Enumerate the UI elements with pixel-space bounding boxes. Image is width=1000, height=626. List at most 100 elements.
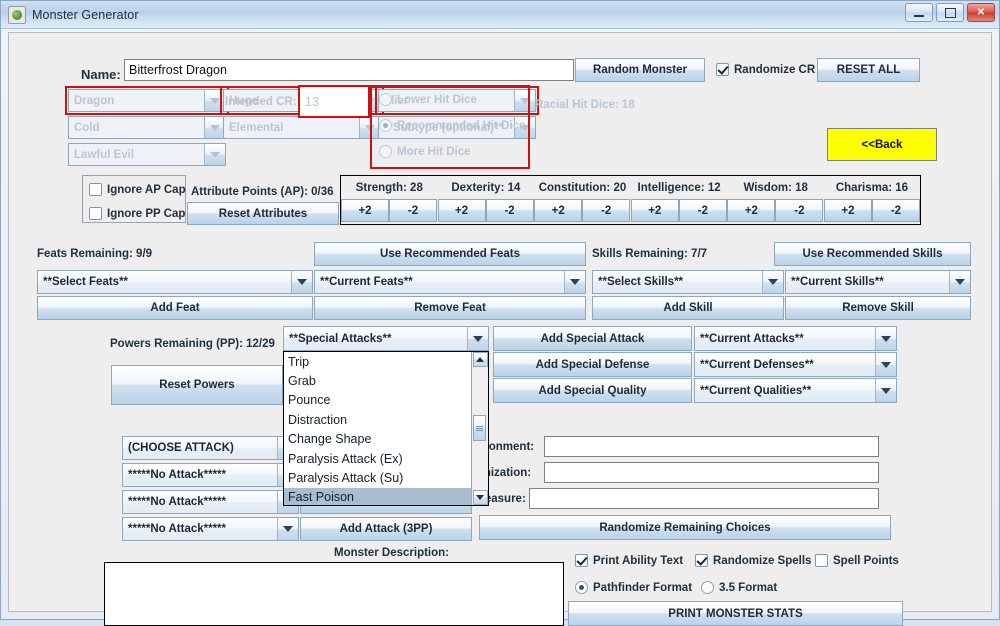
- reset-powers-button[interactable]: Reset Powers: [111, 365, 283, 405]
- attributes-panel: Strength: 28 +2 -2 Dexterity: 14 +2 -2 C…: [340, 175, 921, 225]
- dropdown-item-fast-poison[interactable]: Fast Poison: [284, 487, 471, 505]
- add-special-quality-button[interactable]: Add Special Quality: [493, 378, 692, 403]
- environment-input[interactable]: [544, 436, 879, 457]
- attack-row-3-combo[interactable]: *****No Attack*****: [122, 490, 299, 514]
- intended-cr-value: 13: [305, 95, 319, 109]
- remove-feat-button[interactable]: Remove Feat: [314, 296, 586, 320]
- add-feat-button[interactable]: Add Feat: [37, 296, 313, 320]
- chevron-down-icon: [949, 271, 970, 293]
- randomize-remaining-button[interactable]: Randomize Remaining Choices: [479, 515, 891, 540]
- current-feats-combo[interactable]: **Current Feats**: [314, 270, 586, 294]
- minimize-icon[interactable]: [905, 3, 933, 22]
- print-ability-text-label: Print Ability Text: [593, 554, 684, 567]
- dropdown-item-change-shape[interactable]: Change Shape: [284, 430, 471, 449]
- print-ability-text-checkbox[interactable]: Print Ability Text: [575, 554, 683, 567]
- dropdown-item-paralysis-attack-su[interactable]: Paralysis Attack (Su): [284, 468, 471, 487]
- dexterity-minus-button[interactable]: -2: [485, 199, 534, 222]
- radio-lower-hit-dice[interactable]: Lower Hit Dice: [379, 93, 477, 106]
- attribute-dexterity: Dexterity: 14 +2 -2: [437, 176, 535, 222]
- name-input[interactable]: Bitterfrost Dragon: [124, 59, 574, 81]
- creature-type-combo[interactable]: Dragon: [68, 89, 226, 112]
- constitution-minus-button[interactable]: -2: [582, 199, 631, 222]
- treasure-input[interactable]: [529, 488, 879, 509]
- feats-remaining-label: Feats Remaining: 9/9: [37, 248, 153, 260]
- attack-row-1-combo[interactable]: (CHOOSE ATTACK): [122, 436, 299, 460]
- constitution-plus-button[interactable]: +2: [534, 199, 583, 222]
- close-icon[interactable]: ✕: [967, 3, 995, 22]
- attack-row-4-combo[interactable]: *****No Attack*****: [122, 517, 299, 541]
- ignore-ap-cap-label: Ignore AP Cap: [107, 183, 186, 196]
- add-special-attack-button[interactable]: Add Special Attack: [493, 326, 692, 351]
- radio-pathfinder-format[interactable]: Pathfinder Format: [575, 581, 692, 594]
- monster-description-textarea[interactable]: [104, 562, 564, 626]
- use-recommended-feats-button[interactable]: Use Recommended Feats: [314, 242, 586, 266]
- intended-cr-input[interactable]: 13: [298, 85, 370, 118]
- special-attacks-dropdown-popup[interactable]: Trip Grab Pounce Distraction Change Shap…: [283, 351, 489, 506]
- add-attack-3pp-button[interactable]: Add Attack (3PP): [300, 517, 472, 541]
- alignment-combo[interactable]: Lawful Evil: [68, 143, 226, 166]
- checkbox-icon: [89, 207, 102, 220]
- attribute-intelligence-label: Intelligence: 12: [630, 176, 728, 199]
- dropdown-item-pounce[interactable]: Pounce: [284, 391, 471, 410]
- dropdown-item-distraction[interactable]: Distraction: [284, 410, 471, 429]
- special-attacks-combo[interactable]: **Special Attacks**: [283, 326, 489, 351]
- dropdown-item-trip[interactable]: Trip: [284, 352, 471, 371]
- wisdom-minus-button[interactable]: -2: [775, 199, 824, 222]
- alignment-value: Lawful Evil: [74, 148, 135, 161]
- spell-points-checkbox[interactable]: Spell Points: [815, 554, 899, 567]
- dropdown-item-grab[interactable]: Grab: [284, 371, 471, 390]
- maximize-icon[interactable]: [936, 3, 964, 22]
- charisma-minus-button[interactable]: -2: [871, 199, 920, 222]
- subtype2-value: Elemental: [229, 121, 284, 134]
- dropdown-item-paralysis-attack-ex[interactable]: Paralysis Attack (Ex): [284, 449, 471, 468]
- radio-recommended-hit-dice[interactable]: Recommended Hit Dice: [379, 119, 525, 132]
- intended-cr-label: Intended CR:: [225, 96, 297, 108]
- randomize-cr-check-icon: [716, 63, 729, 76]
- current-attacks-combo[interactable]: **Current Attacks**: [694, 326, 897, 351]
- attribute-wisdom: Wisdom: 18 +2 -2: [727, 176, 824, 222]
- current-defenses-value: **Current Defenses**: [700, 358, 814, 371]
- scroll-down-icon[interactable]: [472, 490, 488, 505]
- select-feats-combo[interactable]: **Select Feats**: [37, 270, 313, 294]
- select-skills-combo[interactable]: **Select Skills**: [592, 270, 784, 294]
- subtype1-combo[interactable]: Cold: [68, 116, 226, 139]
- current-qualities-combo[interactable]: **Current Qualities**: [694, 378, 897, 403]
- dexterity-plus-button[interactable]: +2: [437, 199, 486, 222]
- add-skill-button[interactable]: Add Skill: [592, 296, 784, 320]
- add-special-defense-button[interactable]: Add Special Defense: [493, 352, 692, 377]
- reset-attributes-button[interactable]: Reset Attributes: [187, 202, 339, 225]
- attribute-charisma: Charisma: 16 +2 -2: [823, 176, 920, 222]
- intelligence-plus-button[interactable]: +2: [630, 199, 679, 222]
- intelligence-minus-button[interactable]: -2: [678, 199, 727, 222]
- current-skills-combo[interactable]: **Current Skills**: [785, 270, 971, 294]
- dropdown-scrollbar[interactable]: [471, 352, 488, 505]
- current-defenses-combo[interactable]: **Current Defenses**: [694, 352, 897, 377]
- attack-row-2-combo[interactable]: *****No Attack*****: [122, 463, 299, 487]
- randomize-cr-checkbox[interactable]: Randomize CR: [716, 63, 815, 76]
- remove-skill-button[interactable]: Remove Skill: [785, 296, 971, 320]
- charisma-plus-button[interactable]: +2: [823, 199, 872, 222]
- strength-plus-button[interactable]: +2: [341, 199, 389, 222]
- radio-35-format[interactable]: 3.5 Format: [701, 581, 777, 594]
- attribute-constitution-label: Constitution: 20: [534, 176, 631, 199]
- organization-input[interactable]: [544, 462, 879, 483]
- scrollbar-thumb[interactable]: [473, 415, 486, 441]
- attribute-charisma-label: Charisma: 16: [823, 176, 920, 199]
- print-monster-stats-button[interactable]: PRINT MONSTER STATS: [568, 601, 903, 626]
- wisdom-plus-button[interactable]: +2: [727, 199, 776, 222]
- use-recommended-skills-button[interactable]: Use Recommended Skills: [774, 242, 971, 266]
- current-qualities-value: **Current Qualities**: [700, 384, 812, 397]
- radio-more-hit-dice[interactable]: More Hit Dice: [379, 145, 471, 158]
- chevron-down-icon: [875, 327, 896, 350]
- random-monster-button[interactable]: Random Monster: [575, 58, 705, 82]
- checkbox-icon-checked: [695, 554, 708, 567]
- scroll-up-icon[interactable]: [472, 352, 488, 367]
- ignore-pp-cap-checkbox[interactable]: Ignore PP Cap: [89, 207, 185, 220]
- ignore-ap-cap-checkbox[interactable]: Ignore AP Cap: [89, 183, 186, 196]
- randomize-spells-checkbox[interactable]: Randomize Spells: [695, 554, 811, 567]
- creature-type-value: Dragon: [74, 94, 115, 107]
- back-button[interactable]: <<Back: [827, 128, 937, 161]
- subtype2-combo[interactable]: Elemental: [223, 116, 381, 139]
- reset-all-button[interactable]: RESET ALL: [817, 58, 920, 82]
- strength-minus-button[interactable]: -2: [389, 199, 437, 222]
